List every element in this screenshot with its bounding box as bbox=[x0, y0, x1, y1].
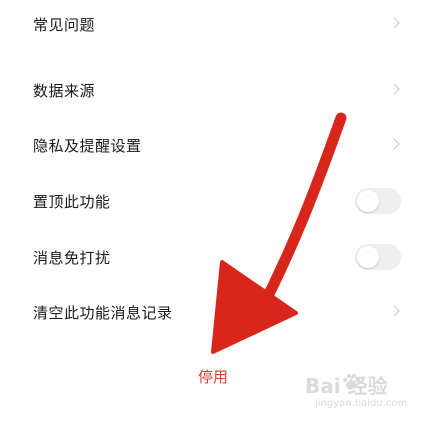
settings-item-label: 消息免打扰 bbox=[33, 248, 111, 267]
settings-item-label: 隐私及提醒设置 bbox=[33, 136, 142, 155]
toggle-knob bbox=[357, 246, 379, 268]
chevron-right-icon bbox=[388, 83, 400, 95]
settings-item-label: 常见问题 bbox=[33, 15, 96, 34]
settings-item-privacy-reminder[interactable]: 隐私及提醒设置 bbox=[0, 125, 423, 165]
do-not-disturb-toggle[interactable] bbox=[355, 244, 401, 270]
settings-item-label: 清空此功能消息记录 bbox=[33, 303, 173, 322]
watermark-url: jingyan.baidu.com bbox=[315, 398, 408, 409]
settings-item-label: 置顶此功能 bbox=[33, 192, 111, 211]
settings-item-clear-messages[interactable]: 清空此功能消息记录 bbox=[0, 292, 423, 332]
toggle-knob bbox=[357, 190, 379, 212]
settings-item-data-source[interactable]: 数据来源 bbox=[0, 70, 423, 110]
watermark: Bai 经验 jingyan.baidu.com bbox=[305, 370, 415, 412]
settings-item-faq[interactable]: 常见问题 bbox=[0, 4, 423, 44]
pin-feature-toggle[interactable] bbox=[355, 188, 401, 214]
settings-item-label: 数据来源 bbox=[33, 81, 96, 100]
chevron-right-icon bbox=[388, 138, 400, 150]
settings-item-pin-feature: 置顶此功能 bbox=[0, 181, 423, 221]
disable-button[interactable]: 停用 bbox=[188, 366, 238, 387]
chevron-right-icon bbox=[388, 305, 400, 317]
settings-item-do-not-disturb: 消息免打扰 bbox=[0, 237, 423, 277]
chevron-right-icon bbox=[388, 17, 400, 29]
paw-icon bbox=[343, 374, 360, 389]
